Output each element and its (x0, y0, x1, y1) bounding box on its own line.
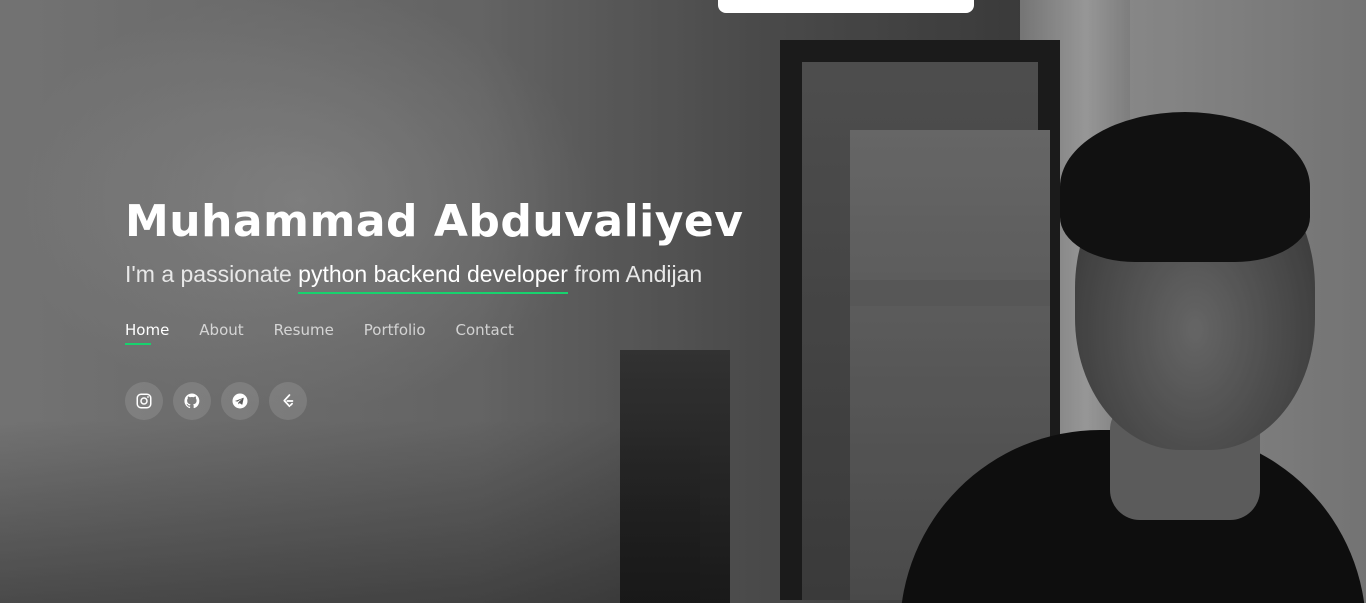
instagram-button[interactable] (125, 382, 163, 420)
nav-item-portfolio[interactable]: Portfolio (364, 321, 426, 345)
top-panel-edge (718, 0, 974, 13)
instagram-icon (136, 393, 152, 409)
tagline-highlight: python backend developer (298, 261, 568, 294)
nav-item-about[interactable]: About (199, 321, 243, 345)
social-links (125, 382, 825, 420)
nav-item-home[interactable]: Home (125, 321, 169, 345)
leetcode-icon (283, 394, 294, 408)
leetcode-button[interactable] (269, 382, 307, 420)
telegram-button[interactable] (221, 382, 259, 420)
tagline-suffix: from Andijan (567, 261, 703, 287)
github-button[interactable] (173, 382, 211, 420)
tagline-prefix: I'm a passionate (125, 261, 299, 287)
nav-item-resume[interactable]: Resume (274, 321, 334, 345)
nav-item-contact[interactable]: Contact (456, 321, 514, 345)
hero-content: Muhammad Abduvaliyev I'm a passionate py… (125, 193, 825, 420)
telegram-icon (232, 393, 248, 409)
hero-section: Muhammad Abduvaliyev I'm a passionate py… (0, 0, 1366, 603)
github-icon (184, 393, 200, 409)
main-nav: Home About Resume Portfolio Contact (125, 321, 825, 345)
hero-name: Muhammad Abduvaliyev (125, 196, 744, 247)
hero-tagline: I'm a passionate python backend develope… (125, 259, 825, 294)
